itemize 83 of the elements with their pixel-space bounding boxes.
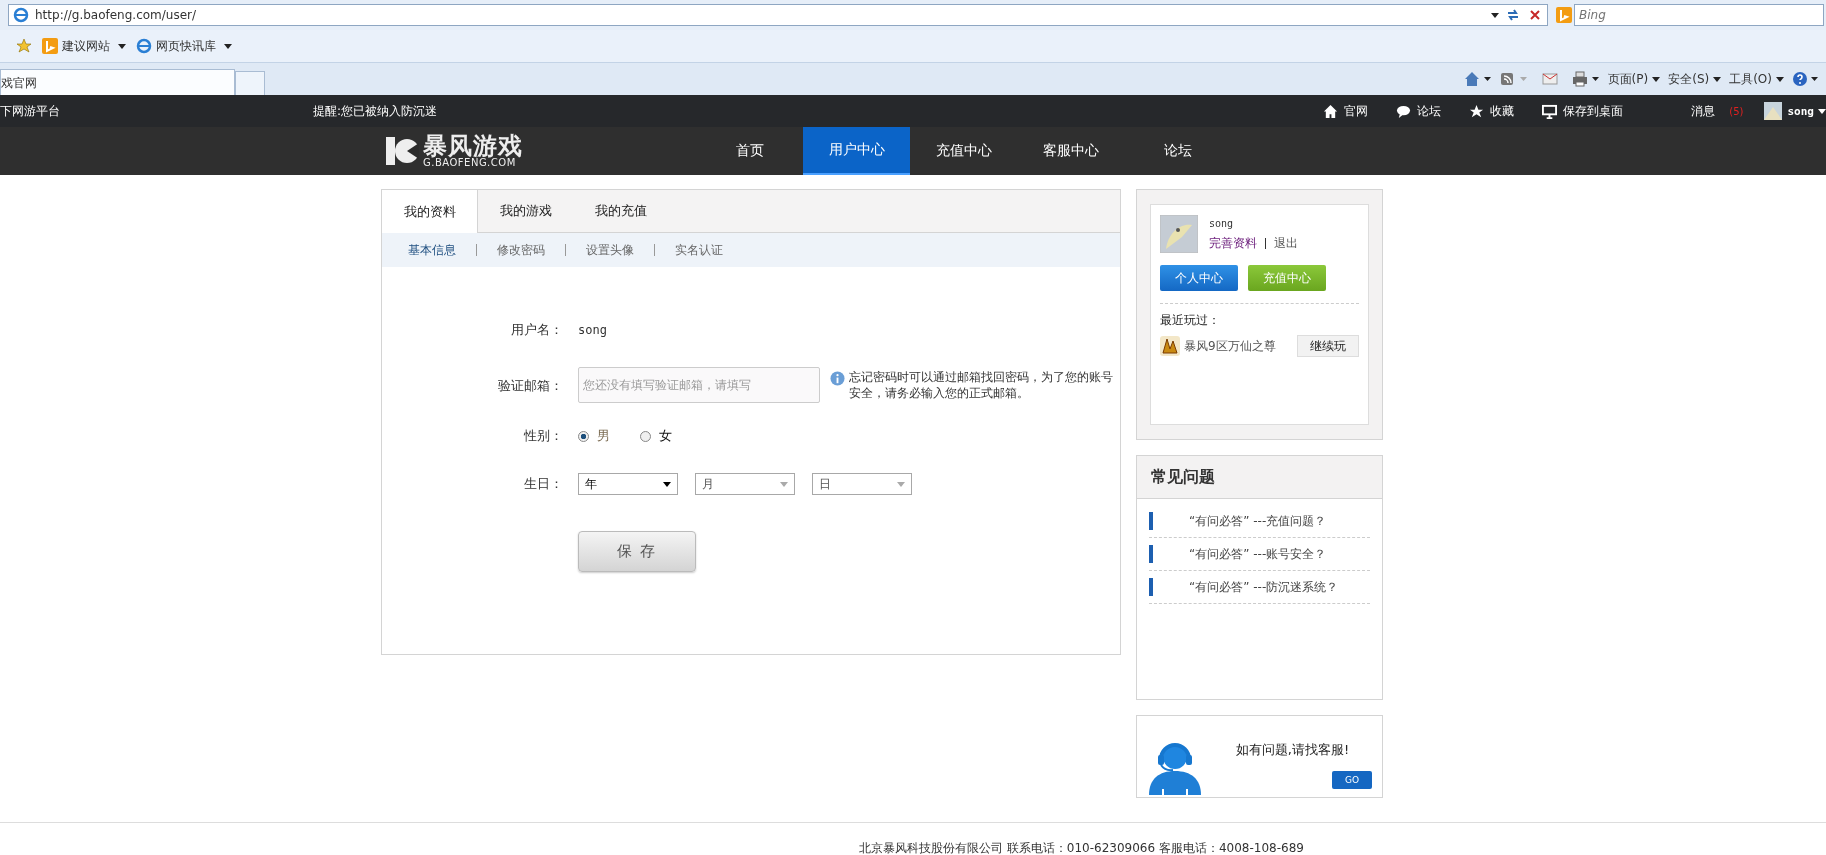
caret-icon	[663, 481, 671, 487]
profile-tab[interactable]: 我的充值	[573, 190, 668, 232]
favorites-link[interactable]: 建议网站	[42, 37, 126, 55]
printer-icon[interactable]	[1571, 71, 1600, 87]
logout-link[interactable]: 退出	[1274, 235, 1298, 252]
email-field[interactable]: 您还没有填写验证邮箱，请填写	[578, 367, 820, 403]
go-button[interactable]: GO	[1332, 771, 1372, 789]
account-button[interactable]: 个人中心	[1160, 265, 1238, 291]
favorites-link[interactable]: 网页快讯库	[136, 37, 232, 55]
faq-link[interactable]: “有问必答” ---账号安全？	[1189, 545, 1327, 563]
home-icon	[1323, 103, 1339, 119]
caret-icon	[897, 481, 905, 487]
url-text: http://g.baofeng.com/user/	[35, 8, 198, 22]
nav-tab[interactable]: 充值中心	[910, 127, 1017, 175]
messages-link[interactable]: 消息	[1691, 102, 1716, 120]
nav-tab[interactable]: 论坛	[1124, 127, 1231, 175]
field-label: 验证邮箱：	[497, 377, 564, 395]
page-icon	[13, 7, 29, 23]
info-icon	[830, 371, 845, 386]
bing-icon	[1556, 7, 1572, 23]
subnav-link[interactable]: 基本信息	[408, 241, 476, 259]
address-field[interactable]: http://g.baofeng.com/user/	[8, 4, 1548, 26]
top-link[interactable]: 官网	[1323, 102, 1369, 120]
game-name[interactable]: 暴风9区万仙之尊	[1184, 337, 1293, 355]
nav-tab[interactable]: 用户中心	[803, 127, 910, 175]
user-menu[interactable]: song	[1787, 104, 1826, 118]
profile-tab[interactable]: 我的资料	[382, 190, 478, 233]
faq-link[interactable]: “有问必答” ---防沉迷系统？	[1189, 578, 1339, 596]
faq-link[interactable]: “有问必答” ---充值问题？	[1189, 512, 1327, 530]
help-icon[interactable]	[1792, 71, 1820, 87]
site-name: 下网游平台	[0, 102, 61, 120]
star-icon	[1469, 103, 1485, 119]
save-button[interactable]: 保 存	[578, 531, 696, 572]
field-label: 性别：	[523, 427, 564, 445]
refresh-icon[interactable]	[1505, 7, 1521, 23]
browser-tab[interactable]: 戏官网	[0, 69, 235, 95]
gender-radio[interactable]: 男	[578, 427, 610, 445]
top-link[interactable]: 保存到桌面	[1542, 102, 1624, 120]
feed-icon[interactable]	[1499, 71, 1528, 87]
profile-tab[interactable]: 我的游戏	[478, 190, 573, 232]
recent-label: 最近玩过：	[1160, 312, 1221, 329]
bing-icon	[42, 38, 58, 54]
avatar-icon[interactable]	[1763, 102, 1782, 120]
continue-button[interactable]: 继续玩	[1297, 335, 1359, 357]
monitor-icon	[1542, 103, 1558, 119]
username-value: song	[578, 323, 607, 337]
field-label: 生日：	[523, 475, 564, 493]
command-menu[interactable]: 安全(S)	[1668, 70, 1722, 88]
subnav-link[interactable]: 实名认证	[655, 241, 743, 259]
page-icon	[136, 38, 152, 54]
caret-icon	[224, 43, 232, 49]
notice-text: 提醒:您已被纳入防沉迷	[313, 102, 438, 120]
message-count: (5)	[1729, 105, 1744, 117]
game-icon[interactable]	[1160, 336, 1180, 356]
faq-title: 常见问题	[1151, 466, 1215, 488]
service-text: 如有问题,请找客服!	[1235, 741, 1350, 759]
command-menu[interactable]: 工具(O)	[1729, 70, 1784, 88]
subnav-link[interactable]: 修改密码	[477, 241, 565, 259]
gender-radio[interactable]: 女	[640, 427, 672, 445]
top-link[interactable]: 收藏	[1469, 102, 1515, 120]
favorites-star-icon[interactable]	[16, 38, 32, 54]
caret-icon	[118, 43, 126, 49]
caret-icon	[1818, 108, 1826, 114]
caret-icon	[1776, 76, 1784, 82]
site-logo[interactable]: 暴风游戏 G.BAOFENG.COM	[385, 127, 560, 175]
caret-icon	[1652, 76, 1661, 82]
nav-tab[interactable]: 首页	[696, 127, 803, 175]
email-hint: 忘记密码时可以通过邮箱找回密码，为了您的账号安全，请务必输入您的正式邮箱。	[849, 369, 1114, 401]
subnav-link[interactable]: 设置头像	[566, 241, 654, 259]
caret-icon	[1713, 76, 1722, 82]
footer-text: 北京暴风科技股份有限公司 联系电话：010-62309066 客服电话：4008-108-689	[859, 841, 1304, 855]
birthday-select[interactable]: 年	[578, 473, 678, 495]
top-link[interactable]: 论坛	[1396, 102, 1442, 120]
username: song	[1209, 218, 1235, 229]
complete-profile-link[interactable]: 完善资料	[1209, 235, 1257, 252]
field-label: 用户名：	[510, 321, 564, 339]
speech-bubble-icon	[1396, 103, 1412, 119]
search-field[interactable]: Bing	[1574, 4, 1824, 26]
home-icon[interactable]	[1463, 71, 1492, 87]
caret-icon	[780, 481, 788, 487]
caret-icon[interactable]	[1491, 12, 1499, 18]
command-menu[interactable]: 页面(P)	[1607, 70, 1661, 88]
nav-tab[interactable]: 客服中心	[1017, 127, 1124, 175]
